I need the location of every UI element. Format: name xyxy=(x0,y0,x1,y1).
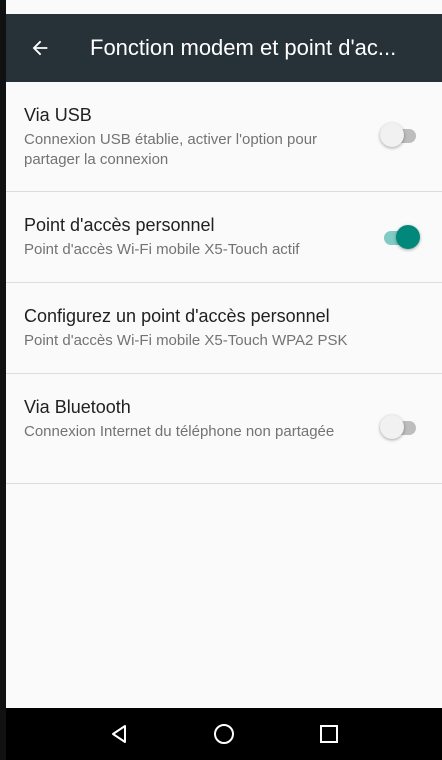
back-triangle-icon[interactable] xyxy=(105,720,133,748)
system-navigation-bar xyxy=(6,708,442,760)
switch-thumb xyxy=(380,123,404,147)
item-title: Via Bluetooth xyxy=(24,397,131,417)
switch-thumb xyxy=(396,225,420,249)
item-summary: Connexion USB établie, activer l'option … xyxy=(24,131,318,168)
item-summary: Connexion Internet du téléphone non part… xyxy=(24,423,335,440)
bluetooth-tethering-switch[interactable] xyxy=(380,414,420,440)
home-circle-icon[interactable] xyxy=(210,720,238,748)
item-summary: Point d'accès Wi-Fi mobile X5-Touch WPA2… xyxy=(24,332,348,349)
list-item-configure-hotspot[interactable]: Configurez un point d'accès personnel Po… xyxy=(6,283,442,374)
list-item-hotspot[interactable]: Point d'accès personnel Point d'accès Wi… xyxy=(6,192,442,283)
page-title: Fonction modem et point d'ac... xyxy=(90,35,397,60)
app-toolbar: Fonction modem et point d'ac... xyxy=(6,14,442,82)
list-item-via-usb[interactable]: Via USB Connexion USB établie, activer l… xyxy=(6,82,442,192)
usb-tethering-switch[interactable] xyxy=(380,122,420,148)
item-title: Point d'accès personnel xyxy=(24,215,215,235)
hotspot-switch[interactable] xyxy=(380,224,420,250)
settings-list: Via USB Connexion USB établie, activer l… xyxy=(6,82,442,484)
item-title: Configurez un point d'accès personnel xyxy=(24,306,330,326)
switch-thumb xyxy=(380,415,404,439)
list-item-via-bluetooth[interactable]: Via Bluetooth Connexion Internet du télé… xyxy=(6,374,442,484)
item-title: Via USB xyxy=(24,105,92,125)
screen: Fonction modem et point d'ac... Via USB … xyxy=(0,0,442,760)
recents-square-icon[interactable] xyxy=(315,720,343,748)
status-strip xyxy=(6,0,442,14)
arrow-back-icon[interactable] xyxy=(26,34,54,62)
item-summary: Point d'accès Wi-Fi mobile X5-Touch acti… xyxy=(24,241,300,258)
